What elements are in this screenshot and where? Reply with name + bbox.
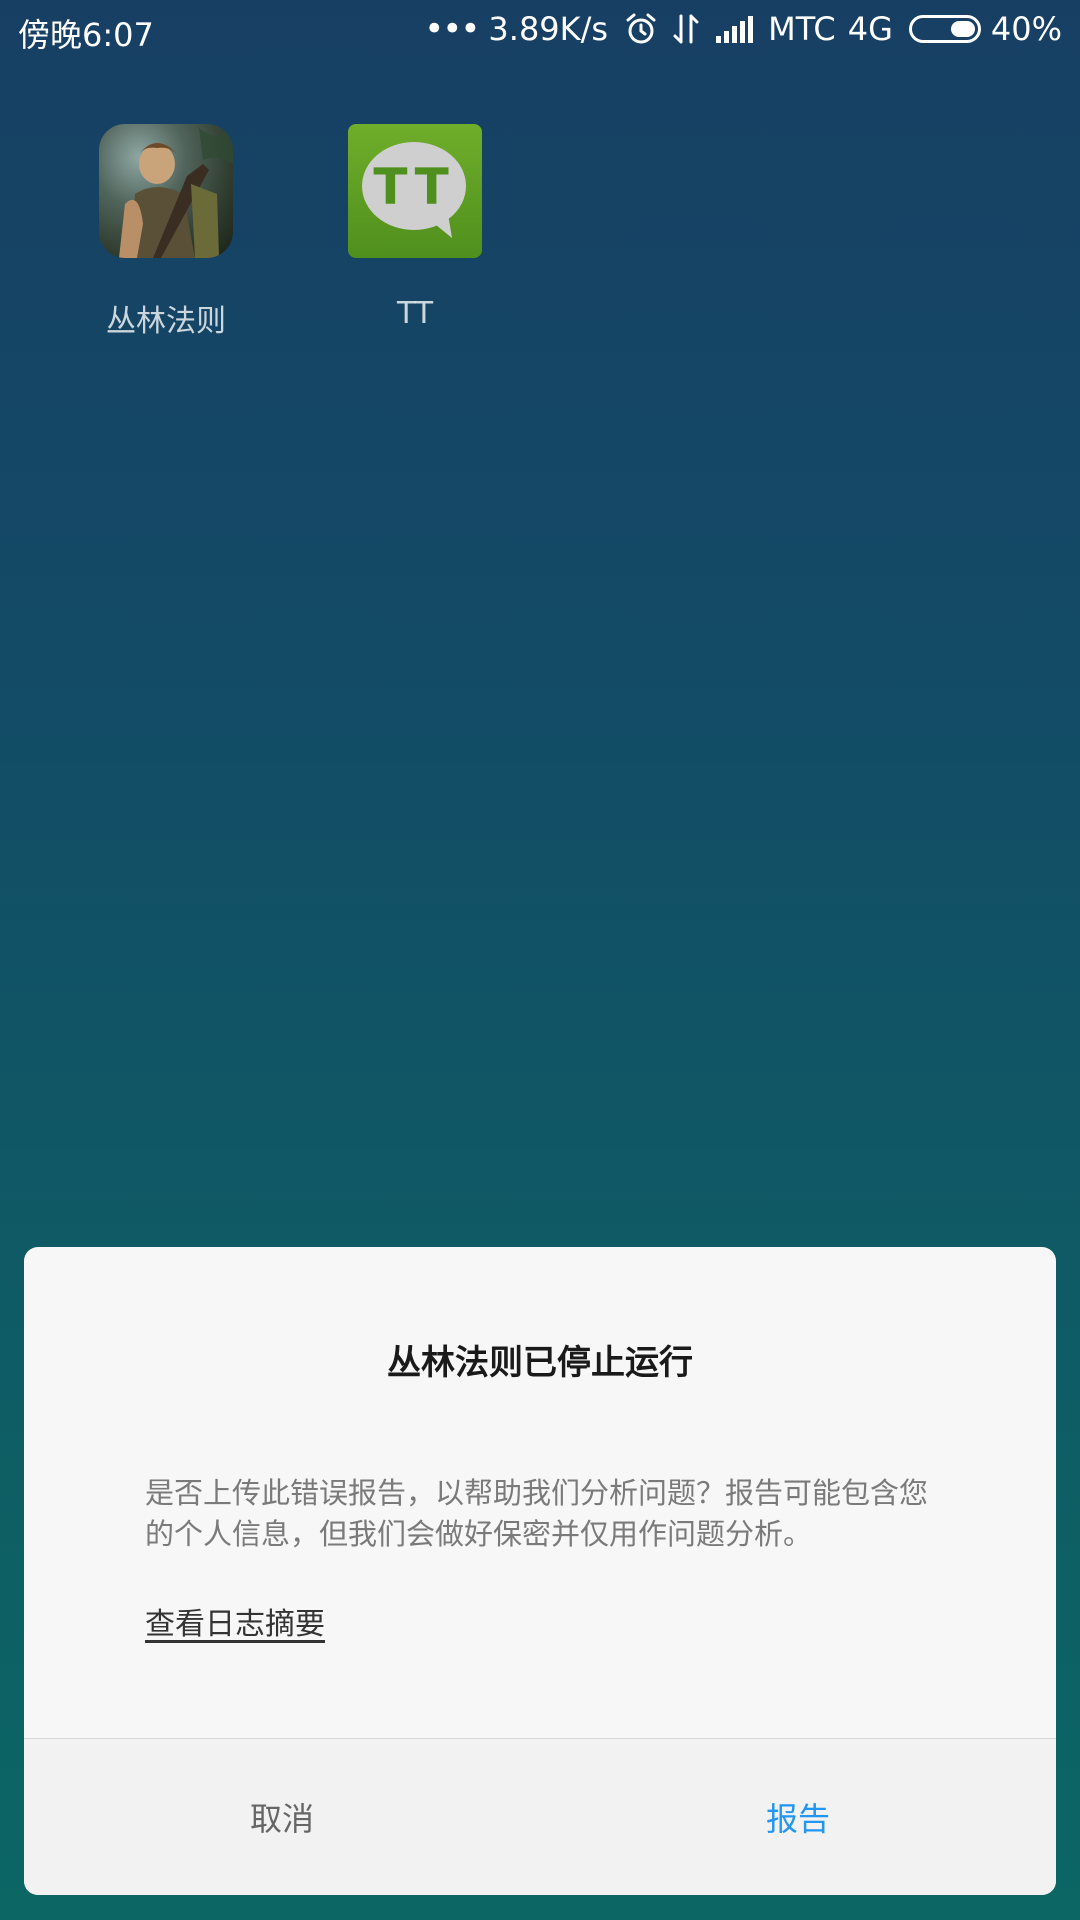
dialog-actions: 取消 报告 [24, 1739, 1056, 1895]
data-transfer-icon [672, 12, 700, 46]
view-log-summary-link[interactable]: 查看日志摘要 [145, 1599, 325, 1643]
tt-logo-text: TT [373, 158, 454, 216]
cancel-button[interactable]: 取消 [24, 1739, 540, 1895]
report-button[interactable]: 报告 [540, 1739, 1056, 1895]
status-icons: ••• 3.89K/s MTC 4G 40% [424, 10, 1062, 48]
dialog-message: 是否上传此错误报告，以帮助我们分析问题？报告可能包含您的个人信息，但我们会做好保… [145, 1476, 929, 1551]
app-label: 丛林法则 [106, 304, 226, 339]
network-speed: 3.89K/s [488, 10, 609, 48]
clock: 傍晚6:07 [18, 16, 154, 54]
tt-chat-app-icon[interactable]: TT [348, 124, 482, 258]
jungle-game-app-icon[interactable] [99, 124, 233, 258]
app-label: TT [396, 296, 434, 331]
carrier-name: MTC [768, 10, 836, 48]
more-notifications-icon: ••• [424, 9, 480, 49]
status-bar: 傍晚6:07 ••• 3.89K/s MTC 4G 40% [0, 0, 1080, 62]
dialog-title: 丛林法则已停止运行 [387, 1343, 693, 1383]
battery-icon [908, 15, 981, 43]
app-tt[interactable]: TT TT [305, 124, 525, 331]
alarm-icon [624, 12, 658, 46]
app-jungle[interactable]: 丛林法则 [56, 124, 276, 340]
battery-percent: 40% [990, 10, 1062, 48]
network-type: 4G [847, 10, 893, 48]
signal-icon [714, 14, 754, 44]
crash-dialog: 丛林法则已停止运行 是否上传此错误报告，以帮助我们分析问题？报告可能包含您的个人… [24, 1247, 1056, 1895]
battery-level [950, 21, 975, 37]
